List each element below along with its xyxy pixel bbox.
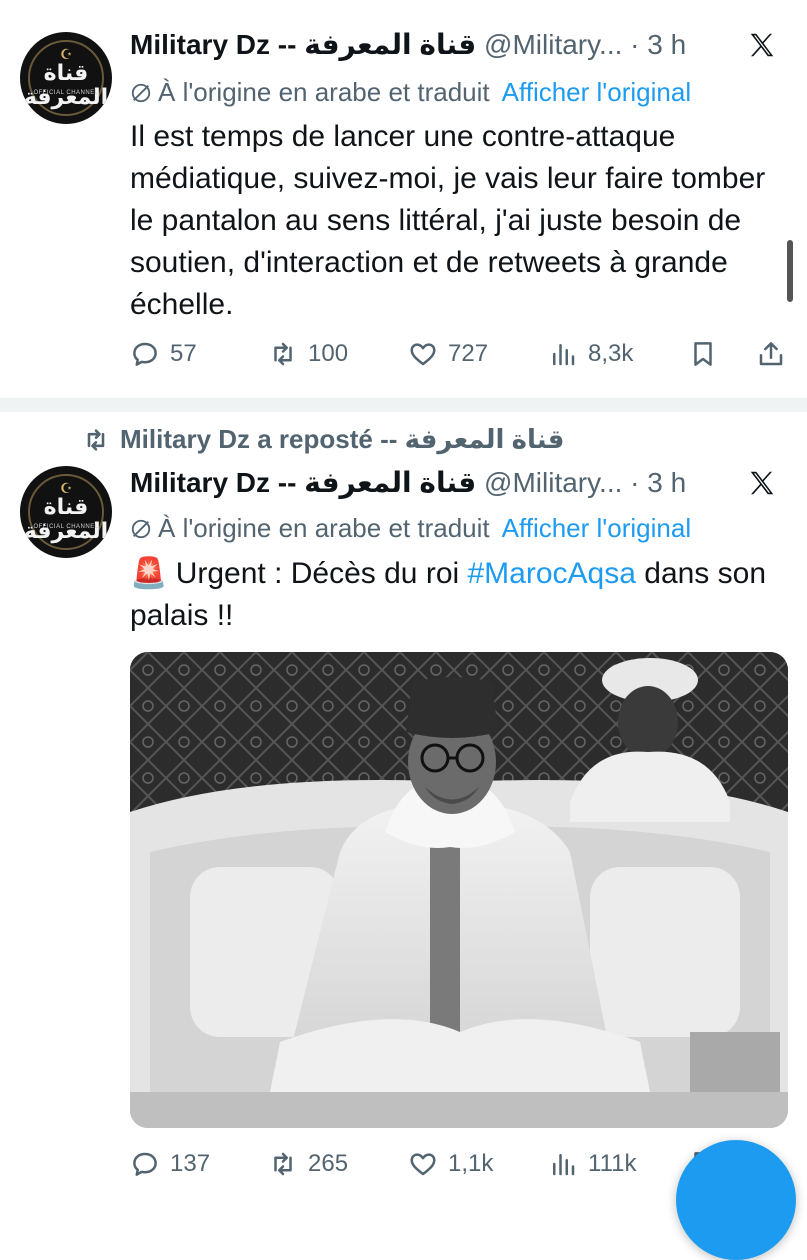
photo-illustration (130, 652, 788, 1128)
repost-icon (87, 429, 105, 451)
avatar-logo-text: قناة المعرفة (23, 495, 109, 544)
repost-icon (274, 342, 292, 366)
views-icon (553, 344, 575, 366)
scrollbar[interactable] (787, 240, 793, 302)
globe-slash-icon (131, 519, 151, 539)
translation-note: À l'origine en arabe et traduit (158, 513, 490, 543)
separator-dot: · (630, 467, 640, 498)
tweet-header: Military Dz -- قناة المعرفة @Military...… (130, 466, 686, 500)
reply-button[interactable]: 57 (130, 334, 197, 374)
translation-note: À l'origine en arabe et traduit (158, 77, 490, 107)
bookmark-button[interactable] (688, 334, 718, 374)
action-bar: 57 100 727 8,3k (130, 334, 790, 374)
reply-button[interactable]: 137 (130, 1144, 210, 1184)
repost-button[interactable]: 100 (268, 334, 348, 374)
tweet-1[interactable]: ☪ قناة المعرفة OFFICIAL CHANNEL Military… (0, 0, 807, 398)
repost-count: 265 (308, 1150, 349, 1177)
repost-count: 100 (308, 340, 349, 367)
tweet-time[interactable]: 3 h (647, 467, 686, 498)
x-logo-icon (750, 33, 774, 57)
repost-icon (274, 1152, 292, 1176)
repost-button[interactable]: 265 (268, 1144, 348, 1184)
tweet-time[interactable]: 3 h (647, 29, 686, 60)
like-count: 1,1k (448, 1150, 494, 1177)
tweet-media-image[interactable] (130, 652, 788, 1128)
views-button[interactable]: 8,3k (548, 334, 633, 374)
translation-line: À l'origine en arabe et traduit Afficher … (130, 512, 691, 544)
reply-count: 57 (170, 340, 197, 367)
author-handle[interactable]: @Military... (484, 29, 622, 60)
globe-slash-icon (131, 83, 151, 103)
tweet-text-part: Urgent : Décès du roi (175, 557, 468, 590)
views-count: 111k (588, 1150, 637, 1177)
like-button[interactable]: 1,1k (408, 1144, 493, 1184)
views-count: 8,3k (588, 340, 634, 367)
author-handle[interactable]: @Military... (484, 467, 622, 498)
bookmark-icon (694, 342, 712, 366)
hashtag-link[interactable]: #MarocAqsa (468, 557, 636, 590)
siren-emoji: 🚨 (130, 557, 168, 590)
reply-icon (133, 342, 157, 366)
compose-fab-button[interactable] (676, 1140, 796, 1260)
like-count: 727 (448, 340, 489, 367)
heart-icon (410, 343, 436, 366)
reply-icon (133, 1152, 157, 1176)
repost-indicator[interactable]: Military Dz a reposté -- قناة المعرفة (82, 422, 564, 456)
like-button[interactable]: 727 (408, 334, 488, 374)
author-name[interactable]: Military Dz -- قناة المعرفة (130, 467, 476, 498)
tweet-text: 🚨 Urgent : Décès du roi #MarocAqsa dans … (130, 553, 780, 637)
avatar[interactable]: ☪ قناة المعرفة OFFICIAL CHANNEL (20, 32, 112, 124)
tweet-text: Il est temps de lancer une contre-attaqu… (130, 120, 766, 321)
share-icon (759, 342, 783, 366)
heart-icon (410, 1153, 436, 1176)
views-button[interactable]: 111k (548, 1144, 636, 1184)
avatar[interactable]: ☪ قناة المعرفة OFFICIAL CHANNEL (20, 466, 112, 558)
tweet-header: Military Dz -- قناة المعرفة @Military...… (130, 28, 686, 62)
author-name[interactable]: Military Dz -- قناة المعرفة (130, 29, 476, 60)
views-icon (553, 1154, 575, 1176)
divider (0, 398, 807, 412)
separator-dot: · (630, 29, 640, 60)
reply-count: 137 (170, 1150, 211, 1177)
avatar-logo-sub: OFFICIAL CHANNEL (33, 90, 99, 96)
show-original-link[interactable]: Afficher l'original (502, 513, 691, 543)
avatar-logo-sub: OFFICIAL CHANNEL (33, 524, 99, 530)
repost-label: Military Dz a reposté -- قناة المعرفة (120, 424, 565, 454)
show-original-link[interactable]: Afficher l'original (502, 77, 691, 107)
avatar-logo-text: قناة المعرفة (23, 61, 109, 110)
share-button[interactable] (756, 334, 786, 374)
x-logo-icon (750, 471, 774, 495)
translation-line: À l'origine en arabe et traduit Afficher … (130, 76, 691, 108)
